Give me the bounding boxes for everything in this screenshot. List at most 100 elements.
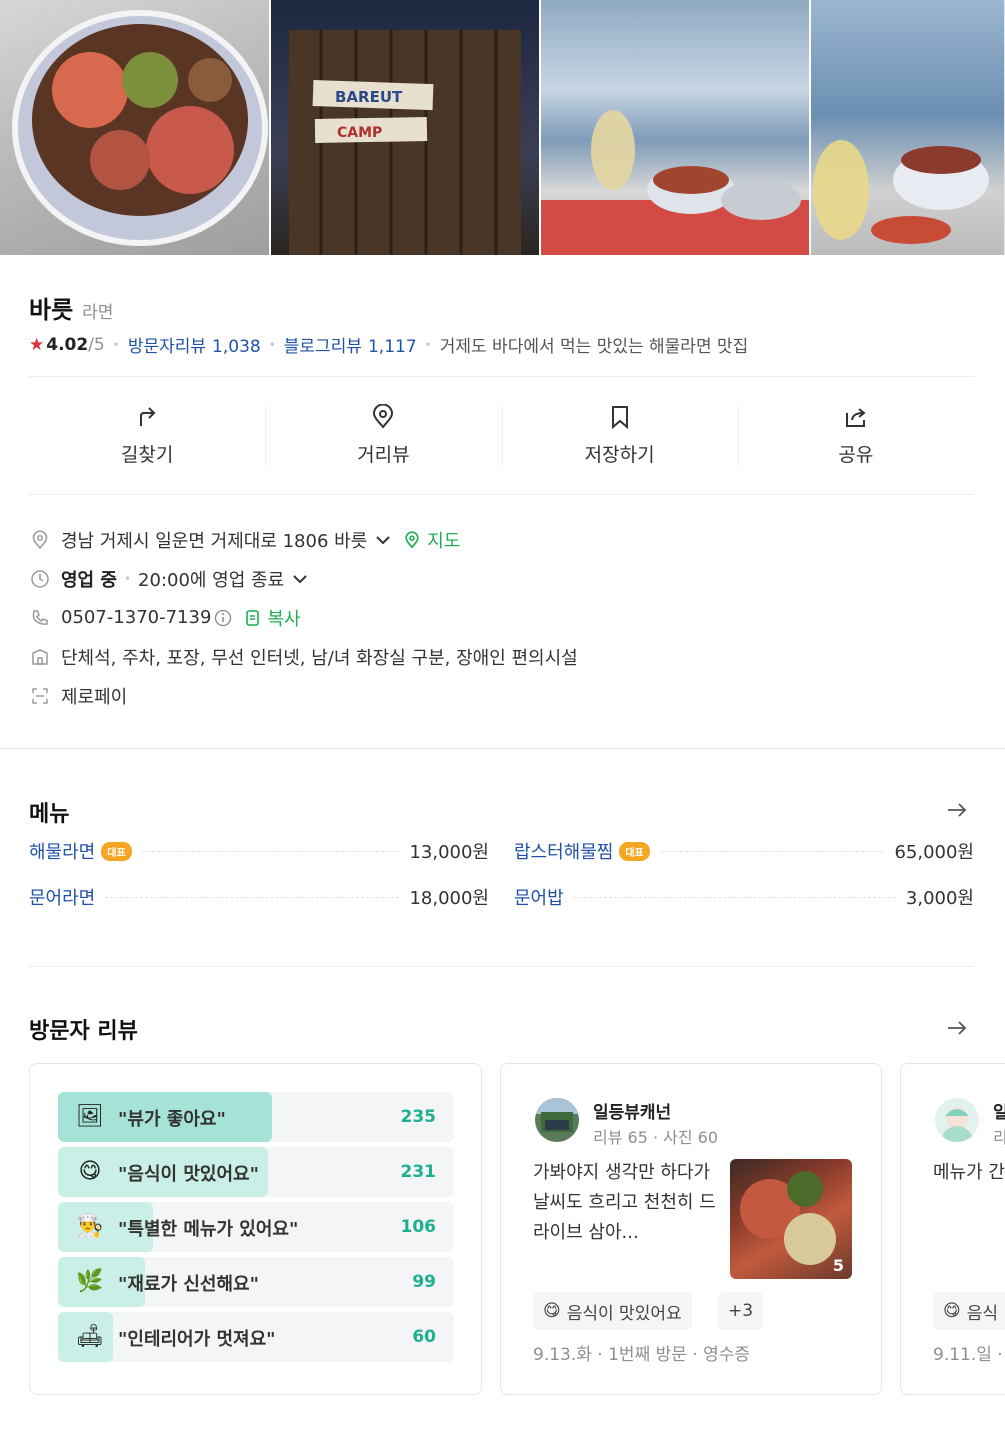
directions-icon [140, 406, 156, 426]
more-keywords-chip[interactable]: +3 [718, 1292, 764, 1330]
review-text[interactable]: 가봐야지 생각만 하다가 날씨도 흐리고 천천히 드라이브 삼아... [533, 1158, 723, 1248]
info-icon[interactable] [214, 609, 232, 627]
seaside-table-photo[interactable] [541, 0, 809, 255]
seaside-bowl-photo[interactable] [811, 0, 1004, 255]
save-label: 저장하기 [584, 443, 655, 466]
amenities-text: 단체석, 주차, 포장, 무선 인터넷, 남/녀 화장실 구분, 장애인 편의시… [61, 647, 578, 669]
rating-value: 4.02 [46, 334, 89, 355]
menu-item-name: 문어라면 [29, 888, 96, 909]
chef-icon: 👨‍🍳 [76, 1214, 104, 1239]
directions-button[interactable]: 길찾기 [29, 392, 265, 478]
chevron-down-icon[interactable] [292, 571, 308, 587]
copy-button[interactable]: 복사 [244, 605, 301, 631]
place-info-list: 경남 거제시 일운면 거제대로 1806 바릇 지도 영업 중 • 20:00에… [29, 520, 578, 715]
arrow-right-icon[interactable] [945, 798, 969, 822]
review-keyword-chip[interactable]: 😋 음식 [933, 1292, 1005, 1330]
business-status: 영업 중 [61, 569, 117, 591]
arrow-right-icon[interactable] [945, 1016, 969, 1040]
action-bar: 길찾기 거리뷰 저장하기 공유 [29, 392, 974, 478]
keyword-stats-card[interactable]: 🖼 "뷰가 좋아요" 235 😋 "음식이 맛있어요" 231 👨‍🍳 "특별한… [29, 1063, 482, 1395]
menu-item-price: 13,000원 [409, 842, 489, 863]
location-pin-icon [373, 403, 394, 429]
avatar[interactable] [935, 1098, 979, 1142]
hours-row[interactable]: 영업 중 • 20:00에 영업 종료 [29, 559, 578, 598]
dotted-leader [573, 896, 896, 898]
avatar[interactable] [535, 1098, 579, 1142]
review-text[interactable]: 메뉴가 간 요. 입구부 요. 날씨가 [933, 1158, 1005, 1188]
keyword-count: 106 [400, 1217, 437, 1237]
bareut-camp-sign-photo[interactable]: BAREUT CAMP [271, 0, 539, 255]
payment-row: 제로페이 [29, 676, 578, 715]
separator-dot: • [123, 571, 132, 586]
review-photo[interactable]: 5 [730, 1159, 852, 1279]
map-link[interactable]: 지도 [403, 527, 460, 553]
keyword-count: 60 [412, 1327, 436, 1347]
review-author[interactable]: 일 [993, 1098, 1005, 1123]
divider [29, 966, 974, 967]
menu-item[interactable]: 해물라면 대표 13,000원 [29, 838, 489, 864]
place-description: 거제도 바다에서 먹는 맛있는 해물라면 맛집 [439, 337, 749, 357]
review-author[interactable]: 일등뷰캐넌 [593, 1098, 671, 1123]
keyword-text: "특별한 메뉴가 있어요" [118, 1219, 299, 1240]
review-card[interactable]: 일 리 메뉴가 간 요. 입구부 요. 날씨가 😋 음식 9.11.일 · [900, 1063, 1005, 1395]
copy-icon [246, 609, 260, 626]
dotted-leader [141, 850, 400, 852]
menu-list: 해물라면 대표 13,000원 랍스터해물찜 대표 65,000원 문어라면 1… [29, 838, 974, 910]
review-author-meta: 리 [993, 1128, 1005, 1147]
keyword-text: "재료가 신선해요" [118, 1274, 259, 1295]
chip-label: 음식 [966, 1303, 999, 1324]
divider [29, 376, 974, 377]
review-keyword-chip[interactable]: 😋 음식이 맛있어요 [533, 1292, 692, 1330]
phone-number: 0507-1370-7139 [61, 607, 212, 628]
keyword-bar[interactable]: 👨‍🍳 "특별한 메뉴가 있어요" 106 [58, 1202, 454, 1252]
star-icon: ★ [29, 334, 45, 355]
section-divider [0, 748, 1005, 749]
separator-dot: • [112, 337, 120, 352]
blog-reviews-count: 1,117 [367, 337, 417, 357]
directions-label: 길찾기 [120, 443, 174, 466]
menu-item-name: 랍스터해물찜 [514, 842, 614, 863]
separator-dot: • [424, 337, 432, 352]
visitor-reviews-link[interactable]: 방문자리뷰 1,038 [128, 332, 261, 357]
review-card[interactable]: 일등뷰캐넌 리뷰 65 · 사진 60 가봐야지 생각만 하다가 날씨도 흐리고… [500, 1063, 882, 1395]
rating-max: /5 [88, 334, 105, 355]
share-button[interactable]: 공유 [737, 392, 974, 478]
keyword-count: 235 [400, 1107, 437, 1127]
payment-text: 제로페이 [61, 686, 128, 708]
menu-item-price: 65,000원 [894, 842, 974, 863]
photo-strip[interactable]: BAREUT CAMP [0, 0, 1005, 255]
signature-badge: 대표 [101, 841, 132, 861]
visitor-reviews-label: 방문자리뷰 [127, 337, 207, 357]
location-pin-icon [29, 529, 51, 551]
street-view-label: 거리뷰 [357, 443, 410, 466]
ramen-bowl-photo[interactable] [0, 0, 269, 255]
menu-item-price: 18,000원 [409, 888, 489, 909]
keyword-bar[interactable]: 🌿 "재료가 신선해요" 99 [58, 1257, 454, 1307]
keyword-bar[interactable]: 😋 "음식이 맛있어요" 231 [58, 1147, 454, 1197]
place-name: 바릇 [29, 296, 74, 324]
save-button[interactable]: 저장하기 [501, 392, 738, 478]
smile-icon: 😋 [78, 1159, 102, 1184]
dotted-leader [105, 896, 400, 898]
review-author-meta: 리뷰 65 · 사진 60 [593, 1128, 719, 1147]
street-view-button[interactable]: 거리뷰 [265, 392, 501, 478]
copy-label: 복사 [267, 608, 301, 630]
chip-more-label: +3 [728, 1301, 754, 1321]
photo-count: 5 [832, 1256, 844, 1275]
menu-item[interactable]: 문어라면 18,000원 [29, 884, 489, 910]
keyword-bar[interactable]: 🛋 "인테리어가 멋져요" 60 [58, 1312, 454, 1362]
review-cards-carousel[interactable]: 🖼 "뷰가 좋아요" 235 😋 "음식이 맛있어요" 231 👨‍🍳 "특별한… [29, 1063, 1005, 1396]
leaf-icon: 🌿 [76, 1269, 104, 1294]
keyword-text: "뷰가 좋아요" [118, 1109, 226, 1130]
blog-reviews-link[interactable]: 블로그리뷰 1,117 [284, 332, 417, 357]
chevron-down-icon[interactable] [375, 532, 391, 548]
menu-item-name: 문어밥 [514, 888, 564, 909]
menu-item[interactable]: 문어밥 3,000원 [514, 884, 974, 910]
sign-text-camp: CAMP [337, 125, 382, 141]
smile-icon: 😋 [543, 1301, 561, 1321]
menu-item[interactable]: 랍스터해물찜 대표 65,000원 [514, 838, 974, 864]
signature-badge: 대표 [619, 841, 650, 861]
address-row: 경남 거제시 일운면 거제대로 1806 바릇 지도 [29, 520, 578, 559]
keyword-bar[interactable]: 🖼 "뷰가 좋아요" 235 [58, 1092, 454, 1142]
visitor-reviews-count: 1,038 [212, 337, 261, 357]
